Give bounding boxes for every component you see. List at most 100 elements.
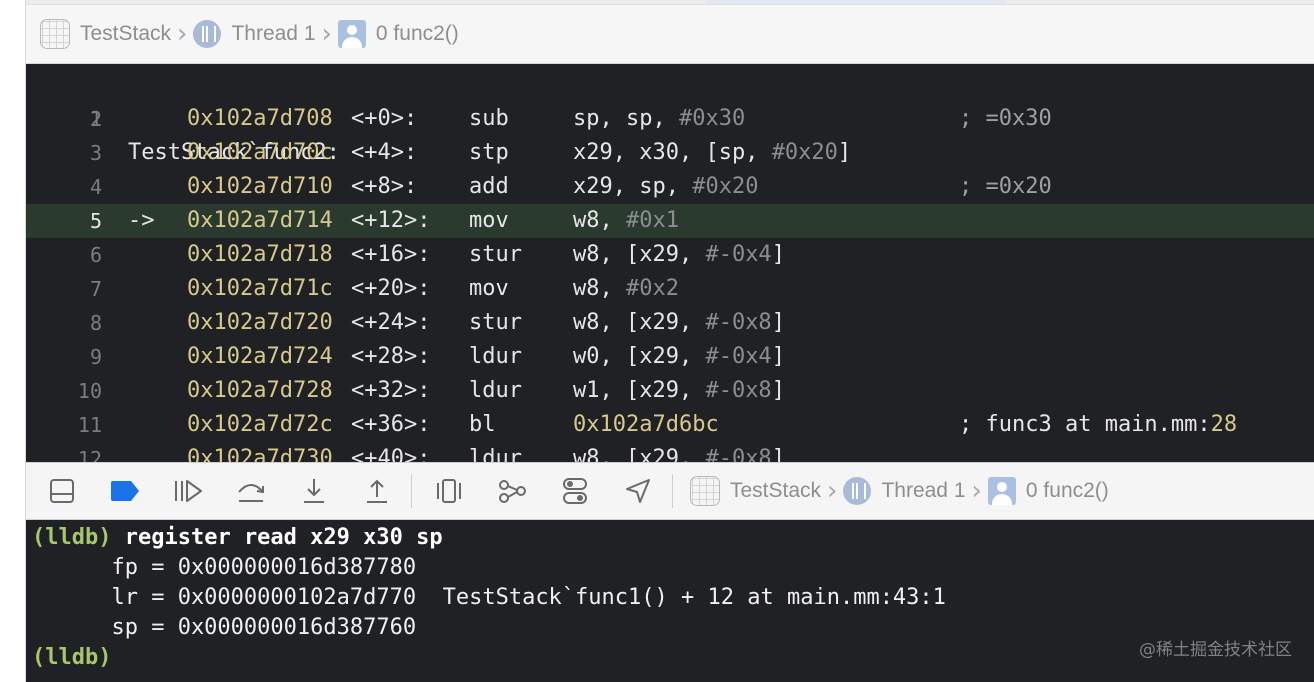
operand-registers: w8, [x29,	[573, 446, 706, 462]
console-toggle-button[interactable]	[42, 471, 82, 511]
instruction-offset: <+4>:	[351, 140, 418, 165]
comment-line-number: 28	[1210, 412, 1238, 437]
operand-registers: w8, [x29,	[573, 310, 706, 335]
instruction-row[interactable]: 11 0x102a7d72c <+36>: bl 0x102a7d6bc ; func3 …	[26, 408, 1314, 442]
operand-registers: x29, sp,	[573, 174, 693, 199]
debug-bar-project-label: TestStack	[730, 479, 822, 502]
instruction-offset: <+28>:	[351, 344, 431, 369]
instruction-row[interactable]: 6 0x102a7d718 <+16>: stur w8, [x29, #-0x4]	[26, 238, 1314, 272]
instruction-operands: x29, x30, [sp, #0x20]	[573, 136, 851, 170]
selected-tab[interactable]	[706, 0, 1006, 4]
simulate-location-button[interactable]	[618, 471, 658, 511]
chevron-right-icon: ›	[827, 476, 838, 506]
debug-bar-thread-label: Thread 1	[881, 479, 966, 502]
operand-registers: sp, sp,	[573, 106, 679, 131]
operand-immediate: #0x2	[625, 276, 679, 301]
instruction-operands: w8, [x29, #-0x8]	[573, 442, 785, 462]
environment-overrides-button[interactable]	[555, 471, 595, 511]
operand-registers: w1, [x29,	[573, 378, 706, 403]
instruction-mnemonic: stur	[469, 310, 522, 335]
instruction-operands: x29, sp, #0x20	[573, 170, 758, 204]
operand-registers: w8,	[573, 276, 626, 301]
debug-bar-breadcrumb: TestStack › Thread 1 › 0 func2()	[690, 476, 1109, 506]
operand-tail: ]	[771, 378, 785, 403]
instruction-offset: <+24>:	[351, 310, 431, 335]
instruction-row[interactable]: 3 0x102a7d70c <+4>: stp x29, x30, [sp, #0x20…	[26, 136, 1314, 170]
instruction-offset: <+40>:	[351, 446, 431, 462]
instruction-row[interactable]: 12 0x102a7d730 <+40>: ldur w8, [x29, #-0x8]	[26, 442, 1314, 462]
step-out-button[interactable]	[357, 471, 397, 511]
chevron-right-icon: ›	[177, 19, 188, 49]
jump-bar-frame[interactable]: 0 func2()	[337, 20, 459, 48]
instruction-offset: <+36>:	[351, 412, 431, 437]
line-number: 7	[89, 277, 102, 301]
line-number: 6	[89, 243, 102, 267]
instruction-mnemonic: sub	[469, 106, 509, 131]
disassembly-editor[interactable]: 1 TestStack`func2: 2 0x102a7d708 <+0>: sub s…	[26, 64, 1314, 462]
instruction-offset: <+12>:	[351, 208, 431, 233]
jump-bar: TestStack › Thread 1 › 0 func2()	[26, 5, 1314, 64]
instruction-mnemonic: stur	[469, 242, 522, 267]
instruction-address: 0x102a7d724	[187, 344, 333, 369]
step-over-icon	[238, 484, 264, 502]
step-out-icon	[367, 479, 387, 503]
line-number: 2	[89, 107, 102, 131]
instruction-offset: <+20>:	[351, 276, 431, 301]
thread-icon	[193, 20, 222, 48]
toggles-icon	[563, 478, 587, 504]
console-prompt-line[interactable]: (lldb)	[32, 643, 111, 673]
memory-graph-button[interactable]	[492, 471, 532, 511]
instruction-mnemonic: mov	[469, 276, 509, 301]
instruction-address: 0x102a7d714	[187, 208, 333, 233]
current-instruction-row[interactable]: 5 -> 0x102a7d714 <+12>: mov w8, #0x1	[26, 204, 1314, 238]
operand-registers: w0, [x29,	[573, 344, 706, 369]
jump-bar-thread-label: Thread 1	[231, 22, 316, 45]
jump-bar-thread[interactable]: Thread 1	[193, 20, 316, 48]
debug-view-hierarchy-button[interactable]	[429, 471, 469, 511]
instruction-operands: w8, #0x1	[573, 204, 679, 238]
debug-bar: TestStack › Thread 1 › 0 func2()	[26, 462, 1314, 520]
watermark: @稀土掘金技术社区	[1139, 640, 1292, 660]
instruction-comment: ; func3 at main.mm:28	[959, 408, 1237, 442]
operand-immediate: #0x30	[678, 106, 746, 131]
debug-bar-thread[interactable]: Thread 1	[843, 477, 966, 505]
lldb-console[interactable]: (lldb) register read x29 x30 sp fp = 0x0…	[26, 520, 1314, 682]
debug-bar-frame[interactable]: 0 func2()	[987, 477, 1109, 505]
toolbar-divider	[411, 474, 412, 508]
operand-registers: w8,	[573, 208, 626, 233]
debug-bar-project[interactable]: TestStack	[690, 476, 821, 506]
jump-bar-frame-label: 0 func2()	[375, 22, 459, 45]
instruction-address: 0x102a7d70c	[187, 140, 333, 165]
line-number: 11	[77, 413, 102, 437]
instruction-address: 0x102a7d708	[187, 106, 333, 131]
jump-bar-project-label: TestStack	[80, 22, 172, 45]
instruction-row[interactable]: 7 0x102a7d71c <+20>: mov w8, #0x2	[26, 272, 1314, 306]
instruction-comment: ; =0x30	[959, 106, 1052, 131]
line-number: 5	[89, 209, 102, 233]
instruction-offset: <+32>:	[351, 378, 431, 403]
instruction-row[interactable]: 2 0x102a7d708 <+0>: sub sp, sp, #0x30 ; =0x30	[26, 102, 1314, 136]
instruction-row[interactable]: 4 0x102a7d710 <+8>: add x29, sp, #0x20 ; =0x2…	[26, 170, 1314, 204]
operand-immediate: #-0x8	[705, 310, 772, 335]
breakpoints-toggle-button[interactable]	[105, 471, 145, 511]
jump-bar-project[interactable]: TestStack	[40, 19, 171, 49]
step-into-button[interactable]	[294, 471, 334, 511]
chevron-right-icon: ›	[321, 19, 332, 49]
continue-button[interactable]	[168, 471, 208, 511]
instruction-offset: <+8>:	[351, 174, 418, 199]
instruction-mnemonic: ldur	[469, 378, 522, 403]
comment-text: ; func3 at main.mm:	[959, 412, 1211, 437]
location-arrow-icon	[626, 479, 650, 503]
disassembly-header-row: 1 TestStack`func2:	[26, 68, 1314, 165]
instruction-operands: w8, [x29, #-0x4]	[573, 238, 785, 272]
instruction-address: 0x102a7d718	[187, 242, 333, 267]
instruction-row[interactable]: 10 0x102a7d728 <+32>: ldur w1, [x29, #-0x8]	[26, 374, 1314, 408]
instruction-row[interactable]: 9 0x102a7d724 <+28>: ldur w0, [x29, #-0x4]	[26, 340, 1314, 374]
instruction-mnemonic: stp	[469, 140, 509, 165]
instruction-row[interactable]: 8 0x102a7d720 <+24>: stur w8, [x29, #-0x8]	[26, 306, 1314, 340]
step-over-button[interactable]	[231, 471, 271, 511]
current-pc-arrow: ->	[128, 208, 155, 233]
operand-immediate: #0x20	[692, 174, 759, 199]
instruction-mnemonic: mov	[469, 208, 509, 233]
view-hierarchy-icon	[437, 479, 461, 503]
